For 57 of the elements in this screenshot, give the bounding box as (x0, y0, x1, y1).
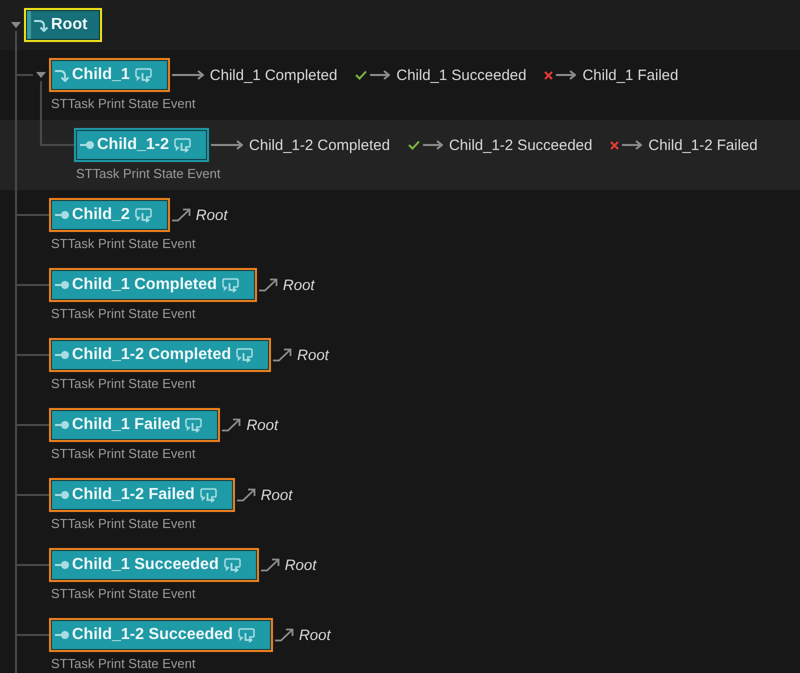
state-node[interactable]: Child_1 Succeeded (49, 548, 259, 582)
line-dot-icon (55, 561, 69, 569)
curved-arrow-icon (34, 18, 48, 32)
task-label: STTask Print State Event (51, 305, 197, 323)
speech-bubble-arrow-icon (174, 138, 192, 152)
task-label: STTask Print State Event (76, 165, 222, 183)
speech-bubble-arrow-icon (236, 348, 254, 362)
task-label: STTask Print State Event (51, 235, 197, 253)
transition-target: Child_1 Completed (210, 66, 338, 84)
state-node[interactable]: Child_2 (49, 198, 170, 232)
curved-arrow-icon (55, 68, 69, 82)
state-node[interactable]: Child_1-2 Completed (49, 338, 272, 372)
task-label: STTask Print State Event (51, 585, 197, 603)
transition-target: Child_1-2 Completed (249, 136, 390, 154)
cross-icon (610, 140, 620, 150)
transition-target: Child_1-2 Failed (648, 136, 758, 154)
line-dot-icon (55, 421, 69, 429)
state-node[interactable]: Child_1 Completed (49, 268, 257, 302)
check-icon (355, 70, 368, 80)
task-label: STTask Print State Event (51, 375, 197, 393)
check-icon (408, 140, 420, 150)
state-node[interactable]: Child_1-2 Failed (49, 478, 235, 512)
state-node[interactable]: Child_1-2 (74, 128, 210, 162)
transition-target: Root (297, 346, 329, 364)
speech-bubble-arrow-icon (238, 628, 255, 642)
speech-bubble-arrow-icon (200, 488, 217, 502)
transition-target: Root (196, 206, 228, 224)
task-label: STTask Print State Event (51, 515, 197, 533)
transition-target: Child_1 Succeeded (396, 66, 526, 84)
task-label: STTask Print State Event (51, 95, 197, 113)
line-dot-icon (55, 281, 69, 289)
transition-target: Root (260, 486, 292, 504)
caret-icon[interactable] (36, 72, 46, 78)
transition-target: Child_1-2 Succeeded (448, 136, 592, 154)
line-dot-icon (55, 211, 69, 219)
speech-bubble-arrow-icon (134, 208, 152, 222)
state-node[interactable]: Child_1 (49, 58, 170, 92)
transition-target: Root (298, 626, 331, 644)
speech-bubble-arrow-icon (134, 68, 152, 82)
transition-target: Root (284, 556, 316, 574)
task-label: STTask Print State Event (51, 655, 197, 673)
line-dot-icon (55, 491, 69, 499)
transition-target: Root (282, 276, 315, 294)
line-dot-icon (80, 141, 94, 149)
state-node[interactable]: Root (24, 8, 102, 42)
state-node[interactable]: Child_1-2 Succeeded (49, 618, 273, 652)
transition-target: Root (246, 416, 278, 434)
caret-icon[interactable] (11, 22, 21, 28)
line-dot-icon (55, 631, 69, 639)
speech-bubble-arrow-icon (224, 558, 241, 572)
speech-bubble-arrow-icon (185, 418, 202, 432)
task-label: STTask Print State Event (51, 445, 197, 463)
transition-target: Child_1 Failed (582, 66, 678, 84)
speech-bubble-arrow-icon (222, 278, 239, 292)
state-node[interactable]: Child_1 Failed (49, 408, 220, 442)
cross-icon (544, 70, 554, 80)
line-dot-icon (55, 351, 69, 359)
